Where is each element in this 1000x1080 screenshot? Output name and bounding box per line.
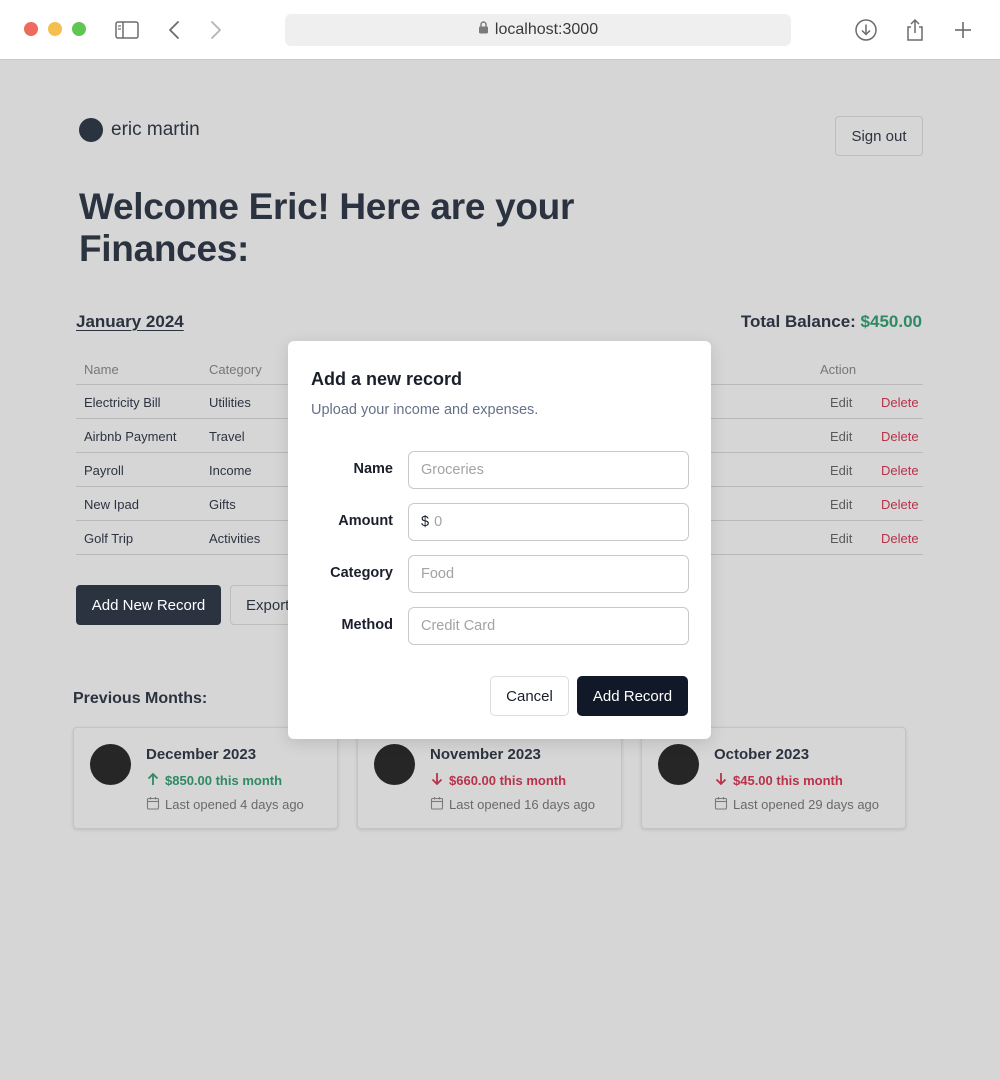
previous-months-title: Previous Months: xyxy=(73,690,208,707)
category-label: Category xyxy=(330,565,393,581)
card-change: $45.00 this month xyxy=(714,772,843,789)
column-header-name: Name xyxy=(84,362,119,377)
address-bar[interactable]: localhost:3000 xyxy=(285,14,791,46)
user-name: eric martin xyxy=(111,119,200,140)
minimize-window-button[interactable] xyxy=(48,22,62,36)
name-label: Name xyxy=(353,461,394,477)
month-card[interactable]: November 2023 $660.00 this month Last op… xyxy=(357,727,622,829)
card-last-opened: Last opened 4 days ago xyxy=(146,796,304,813)
card-avatar xyxy=(658,744,699,785)
card-title: October 2023 xyxy=(714,746,810,763)
arrow-down-icon xyxy=(714,772,728,789)
balance-value: $450.00 xyxy=(860,312,922,331)
welcome-line-2: Finances: xyxy=(79,228,250,269)
card-last-opened: Last opened 29 days ago xyxy=(714,796,879,813)
browser-toolbar: localhost:3000 xyxy=(0,0,1000,60)
delete-button[interactable]: Delete xyxy=(881,497,919,512)
edit-button[interactable]: Edit xyxy=(830,531,852,546)
name-input[interactable] xyxy=(408,451,689,489)
add-record-dialog: Add a new record Upload your income and … xyxy=(288,341,711,739)
sidebar-icon[interactable] xyxy=(115,18,139,42)
delete-button[interactable]: Delete xyxy=(881,395,919,410)
add-record-button[interactable]: Add Record xyxy=(577,676,688,716)
card-last-opened: Last opened 16 days ago xyxy=(430,796,595,813)
maximize-window-button[interactable] xyxy=(72,22,86,36)
card-avatar xyxy=(90,744,131,785)
amount-field[interactable]: $ xyxy=(408,503,689,541)
sign-out-button[interactable]: Sign out xyxy=(835,116,923,156)
column-header-category: Category xyxy=(209,362,262,377)
card-last-opened-text: Last opened 4 days ago xyxy=(165,797,304,812)
method-input[interactable] xyxy=(408,607,689,645)
card-last-opened-text: Last opened 29 days ago xyxy=(733,797,880,812)
card-change-text: $45.00 this month xyxy=(733,773,843,788)
card-change: $660.00 this month xyxy=(430,772,566,789)
card-title: November 2023 xyxy=(430,746,541,763)
record-category: Travel xyxy=(209,429,245,444)
calendar-icon xyxy=(430,796,444,813)
total-balance: Total Balance: $450.00 xyxy=(741,312,922,332)
amount-label: Amount xyxy=(338,513,393,529)
arrow-down-icon xyxy=(430,772,444,789)
welcome-line-1: Welcome Eric! Here are your xyxy=(79,186,575,227)
record-category: Utilities xyxy=(209,395,251,410)
cancel-button[interactable]: Cancel xyxy=(490,676,569,716)
amount-input[interactable] xyxy=(434,514,665,530)
calendar-icon xyxy=(146,796,160,813)
record-name: Airbnb Payment xyxy=(84,429,177,444)
balance-label: Total Balance: xyxy=(740,312,856,331)
dialog-title: Add a new record xyxy=(311,369,463,389)
record-name: Golf Trip xyxy=(84,531,134,546)
record-category: Gifts xyxy=(209,497,236,512)
record-category: Activities xyxy=(209,531,261,546)
card-title: December 2023 xyxy=(146,746,257,763)
category-input[interactable] xyxy=(408,555,689,593)
share-icon[interactable] xyxy=(903,18,927,42)
card-change-text: $850.00 this month xyxy=(165,773,283,788)
dialog-description: Upload your income and expenses. xyxy=(311,402,539,418)
current-month-title[interactable]: January 2024 xyxy=(76,312,184,332)
lock-icon xyxy=(478,21,489,39)
card-change-text: $660.00 this month xyxy=(449,773,567,788)
record-name: New Ipad xyxy=(84,497,139,512)
download-icon[interactable] xyxy=(854,18,878,42)
record-category: Income xyxy=(209,463,252,478)
edit-button[interactable]: Edit xyxy=(830,395,852,410)
calendar-icon xyxy=(714,796,728,813)
card-avatar xyxy=(374,744,415,785)
month-card[interactable]: December 2023 $850.00 this month Last op… xyxy=(73,727,338,829)
forward-icon[interactable] xyxy=(203,18,227,42)
record-name: Electricity Bill xyxy=(84,395,161,410)
record-name: Payroll xyxy=(84,463,124,478)
card-last-opened-text: Last opened 16 days ago xyxy=(449,797,596,812)
delete-button[interactable]: Delete xyxy=(881,463,919,478)
method-label: Method xyxy=(341,617,393,633)
url-text: localhost:3000 xyxy=(494,21,599,38)
card-change: $850.00 this month xyxy=(146,772,282,789)
avatar xyxy=(79,118,103,142)
column-header-action: Action xyxy=(820,362,857,377)
arrow-up-icon xyxy=(146,772,160,789)
back-icon[interactable] xyxy=(163,18,187,42)
close-window-button[interactable] xyxy=(24,22,38,36)
month-card[interactable]: October 2023 $45.00 this month Last open… xyxy=(641,727,906,829)
page-title: Welcome Eric! Here are your Finances: xyxy=(79,186,639,270)
delete-button[interactable]: Delete xyxy=(881,531,919,546)
add-new-record-button[interactable]: Add New Record xyxy=(76,585,221,625)
user-profile: eric martin xyxy=(79,118,200,142)
currency-prefix: $ xyxy=(421,514,430,530)
edit-button[interactable]: Edit xyxy=(830,429,852,444)
new-tab-icon[interactable] xyxy=(951,18,975,42)
delete-button[interactable]: Delete xyxy=(881,429,919,444)
edit-button[interactable]: Edit xyxy=(830,497,852,512)
edit-button[interactable]: Edit xyxy=(830,463,852,478)
